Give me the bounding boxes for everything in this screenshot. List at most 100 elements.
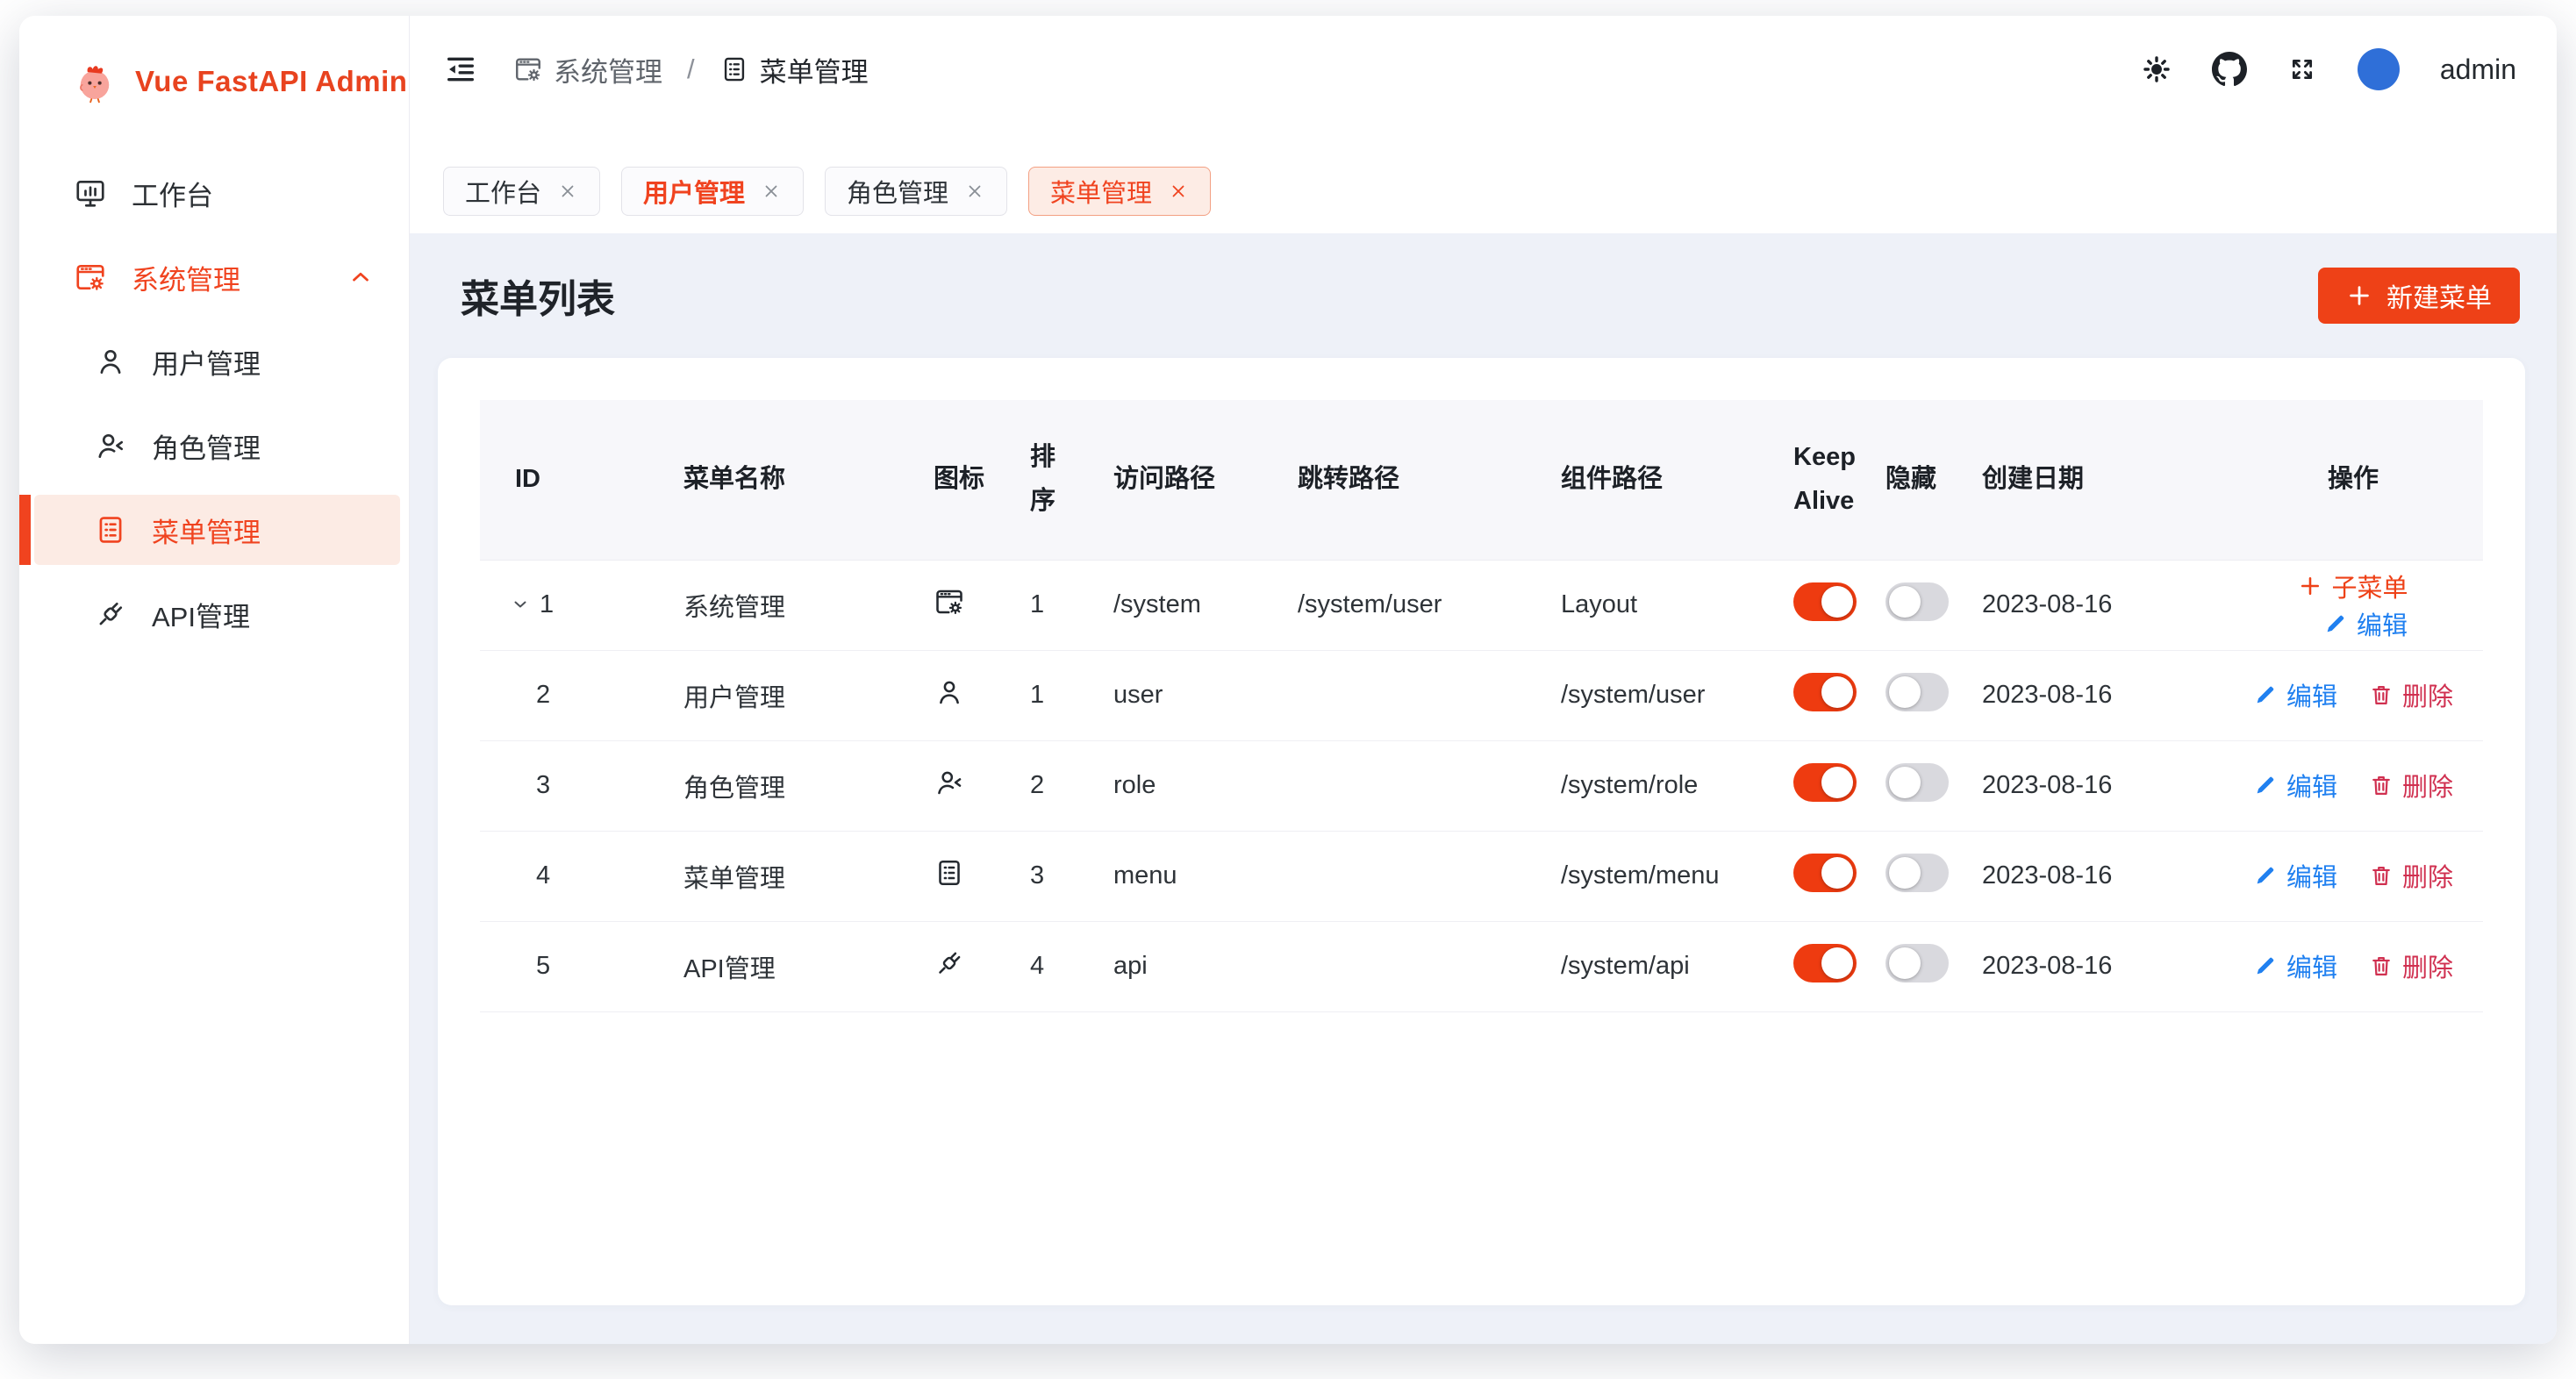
cell-component: Layout (1543, 560, 1785, 650)
tab-menus[interactable]: 菜单管理 (1028, 167, 1211, 216)
sidebar-item-label: 系统管理 (132, 258, 240, 297)
tab-label: 角色管理 (847, 173, 948, 210)
trash-icon (2369, 863, 2394, 888)
breadcrumb-item-system[interactable]: 系统管理 (513, 50, 662, 89)
tab-users[interactable]: 用户管理 (621, 167, 804, 216)
trash-icon (2369, 954, 2394, 978)
workbench-icon (74, 176, 107, 210)
page-title: 菜单列表 (461, 268, 615, 324)
page-content: 菜单列表 新建菜单 ID 菜单名称 (410, 233, 2557, 1344)
cell-id: 5 (480, 921, 666, 1011)
plus-icon (2346, 282, 2372, 309)
hidden-toggle[interactable] (1885, 673, 1949, 711)
fullscreen-icon[interactable] (2287, 54, 2317, 84)
table-card: ID 菜单名称 图标 排序 访问路径 跳转路径 组件路径 KeepAlive 隐… (438, 358, 2525, 1305)
column-path: 访问路径 (1096, 400, 1280, 560)
avatar[interactable] (2358, 48, 2400, 90)
plus-icon (2298, 574, 2322, 598)
cell-created: 2023-08-16 (1964, 740, 2223, 831)
cell-redirect: /system/user (1280, 560, 1543, 650)
theme-toggle-icon[interactable] (2142, 54, 2172, 84)
sidebar-item-menus[interactable]: 菜单管理 (34, 495, 400, 565)
edit-button[interactable]: 编辑 (2253, 857, 2337, 894)
column-name: 菜单名称 (666, 400, 916, 560)
delete-button[interactable]: 删除 (2369, 857, 2453, 894)
edit-button[interactable]: 编辑 (2253, 767, 2337, 804)
cell-created: 2023-08-16 (1964, 921, 2223, 1011)
cell-name: API管理 (666, 921, 916, 1011)
breadcrumb-item-menus[interactable]: 菜单管理 (719, 50, 869, 89)
cell-redirect (1280, 740, 1543, 831)
keepalive-toggle[interactable] (1793, 854, 1857, 892)
breadcrumb: 系统管理 / 菜单管理 (513, 50, 869, 89)
tab-label: 工作台 (465, 173, 541, 210)
sidebar-item-label: API管理 (152, 595, 250, 634)
cell-id: 4 (480, 831, 666, 921)
table-header-row: ID 菜单名称 图标 排序 访问路径 跳转路径 组件路径 KeepAlive 隐… (480, 400, 2483, 560)
cell-path: /system (1096, 560, 1280, 650)
user-icon (94, 345, 127, 378)
create-menu-label: 新建菜单 (2386, 276, 2492, 315)
cell-id: 3 (480, 740, 666, 831)
sidebar-item-roles[interactable]: 角色管理 (34, 411, 400, 481)
delete-button[interactable]: 删除 (2369, 947, 2453, 984)
sidebar-item-api[interactable]: API管理 (34, 579, 400, 649)
tab-roles[interactable]: 角色管理 (825, 167, 1007, 216)
cell-order: 2 (1013, 740, 1096, 831)
hidden-toggle[interactable] (1885, 854, 1949, 892)
delete-button[interactable]: 删除 (2369, 767, 2453, 804)
system-icon (513, 54, 543, 84)
collapse-sidebar-icon[interactable] (443, 52, 478, 87)
close-icon[interactable] (761, 181, 782, 202)
edit-button[interactable]: 编辑 (2323, 605, 2408, 642)
chevron-up-icon (347, 264, 374, 290)
cell-redirect (1280, 831, 1543, 921)
cell-name: 菜单管理 (666, 831, 916, 921)
menu-icon (94, 513, 127, 547)
close-icon[interactable] (557, 181, 578, 202)
close-icon[interactable] (1168, 181, 1189, 202)
main-area: 系统管理 / 菜单管理 admin 工作台 (410, 16, 2557, 1344)
breadcrumb-label: 系统管理 (554, 50, 662, 89)
table-row: 1 系统管理 1 /system /system/user Layout 202… (480, 560, 2483, 650)
cell-name: 系统管理 (666, 560, 916, 650)
sidebar-item-system[interactable]: 系统管理 (34, 242, 400, 312)
sidebar-item-workbench[interactable]: 工作台 (34, 158, 400, 228)
keepalive-toggle[interactable] (1793, 944, 1857, 982)
edit-button[interactable]: 编辑 (2253, 947, 2337, 984)
column-id: ID (480, 400, 666, 560)
github-icon[interactable] (2212, 52, 2247, 87)
pencil-icon (2323, 611, 2348, 636)
top-header: 系统管理 / 菜单管理 admin (410, 16, 2557, 123)
column-component: 组件路径 (1543, 400, 1785, 560)
tab-label: 用户管理 (643, 173, 745, 210)
delete-button[interactable]: 删除 (2369, 676, 2453, 713)
cell-path: api (1096, 921, 1280, 1011)
sidebar-item-label: 角色管理 (152, 426, 261, 466)
trash-icon (2369, 682, 2394, 707)
add-submenu-button[interactable]: 子菜单 (2298, 568, 2408, 604)
hidden-toggle[interactable] (1885, 582, 1949, 621)
cell-created: 2023-08-16 (1964, 831, 2223, 921)
hidden-toggle[interactable] (1885, 763, 1949, 802)
sidebar-item-label: 工作台 (132, 174, 213, 213)
edit-button[interactable]: 编辑 (2253, 676, 2337, 713)
cell-order: 1 (1013, 650, 1096, 740)
hidden-toggle[interactable] (1885, 944, 1949, 982)
keepalive-toggle[interactable] (1793, 763, 1857, 802)
cell-component: /system/user (1543, 650, 1785, 740)
expand-row-icon[interactable] (510, 594, 531, 615)
sidebar: Vue FastAPI Admin 工作台 系统管理 用户管理 角色管理 (19, 16, 410, 1344)
tab-workbench[interactable]: 工作台 (443, 167, 600, 216)
app-logo[interactable]: Vue FastAPI Admin (19, 53, 409, 111)
cell-order: 3 (1013, 831, 1096, 921)
cell-id: 1 (540, 590, 554, 618)
sidebar-item-users[interactable]: 用户管理 (34, 326, 400, 397)
breadcrumb-label: 菜单管理 (760, 50, 869, 89)
create-menu-button[interactable]: 新建菜单 (2318, 268, 2520, 324)
keepalive-toggle[interactable] (1793, 582, 1857, 621)
username[interactable]: admin (2440, 54, 2516, 86)
close-icon[interactable] (964, 181, 985, 202)
keepalive-toggle[interactable] (1793, 673, 1857, 711)
pencil-icon (2253, 682, 2278, 707)
